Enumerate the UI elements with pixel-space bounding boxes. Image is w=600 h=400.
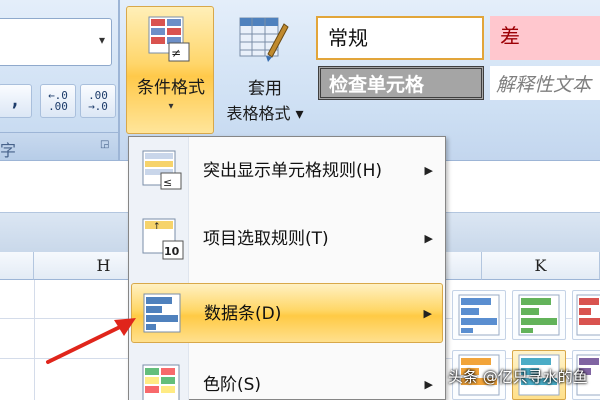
highlight-cells-rules-icon: ≤: [142, 150, 182, 190]
format-as-table-label-line1: 套用: [248, 79, 282, 99]
svg-text:≠: ≠: [171, 46, 181, 60]
top-bottom-rules-icon: ↑ 10: [142, 218, 184, 260]
column-header-k[interactable]: K: [482, 252, 600, 280]
menu-item-top-bottom-rules[interactable]: ↑ 10 项目选取规则(T) ▶: [131, 209, 443, 269]
menu-item-label: 数据条(D): [204, 304, 282, 324]
chevron-down-icon: ▾: [168, 101, 174, 112]
data-bar-green-icon: [518, 294, 560, 336]
comma-style-label: ,: [9, 90, 21, 111]
number-group-footer: 字 ◲: [0, 132, 118, 160]
data-bar-red-icon: [576, 294, 600, 336]
svg-text:≤: ≤: [163, 176, 172, 189]
conditional-formatting-button[interactable]: ≠ 条件格式 ▾: [126, 6, 214, 134]
format-as-table-button[interactable]: 套用 表格格式 ▾: [220, 6, 310, 134]
menu-item-label: 突出显示单元格规则(H): [203, 161, 383, 181]
watermark-text: 头条 @亿只寻水的鱼: [448, 368, 588, 386]
group-separator: [118, 0, 120, 160]
menu-item-highlight-cells-rules[interactable]: ≤ 突出显示单元格规则(H) ▶: [131, 141, 443, 201]
number-group-label: 字: [0, 141, 17, 160]
number-format-dropdown[interactable]: ▾: [0, 18, 112, 66]
cell-style-bad[interactable]: 差: [490, 16, 600, 60]
svg-text:10: 10: [164, 245, 180, 258]
dialog-launcher-icon[interactable]: ◲: [100, 139, 114, 151]
submenu-arrow-icon: ▶: [423, 307, 432, 320]
comma-style-button[interactable]: ,: [0, 84, 32, 118]
data-bar-blue-option[interactable]: [452, 290, 506, 340]
submenu-arrow-icon: ▶: [424, 232, 433, 245]
submenu-arrow-icon: ▶: [424, 164, 433, 177]
column-header-blank[interactable]: [0, 252, 34, 280]
conditional-formatting-icon: ≠: [148, 16, 190, 62]
menu-item-data-bars[interactable]: 数据条(D) ▶: [131, 283, 443, 343]
format-as-table-icon: [239, 17, 289, 62]
chevron-down-icon[interactable]: ▾: [99, 33, 105, 47]
menu-item-color-scales[interactable]: 色阶(S) ▶: [131, 355, 443, 400]
red-arrow-annotation: [46, 318, 136, 364]
submenu-arrow-icon: ▶: [424, 378, 433, 391]
cell-style-check-cell[interactable]: 检查单元格: [318, 66, 484, 100]
decrease-decimal-icon: .00 →.0: [88, 89, 108, 113]
svg-text:↑: ↑: [153, 222, 161, 232]
cell-style-normal[interactable]: 常规: [316, 16, 484, 60]
column-header-j[interactable]: [446, 252, 482, 280]
increase-decimal-icon: ←.0 .00: [48, 89, 68, 113]
data-bar-green-option[interactable]: [512, 290, 566, 340]
data-bar-red-option[interactable]: [572, 290, 600, 340]
cell-style-explanatory[interactable]: 解释性文本: [490, 66, 600, 100]
conditional-formatting-menu: ≤ 突出显示单元格规则(H) ▶ ↑ 10 项目选取规则(T) ▶ 数据条(D)…: [128, 136, 446, 400]
menu-item-label: 项目选取规则(T): [203, 229, 329, 249]
menu-item-label: 色阶(S): [203, 375, 262, 395]
decrease-decimal-button[interactable]: .00 →.0: [80, 84, 116, 118]
increase-decimal-button[interactable]: ←.0 .00: [40, 84, 76, 118]
format-as-table-label-line2: 表格格式 ▾: [226, 104, 304, 123]
conditional-formatting-label: 条件格式: [137, 78, 205, 98]
data-bar-blue-icon: [458, 294, 500, 336]
